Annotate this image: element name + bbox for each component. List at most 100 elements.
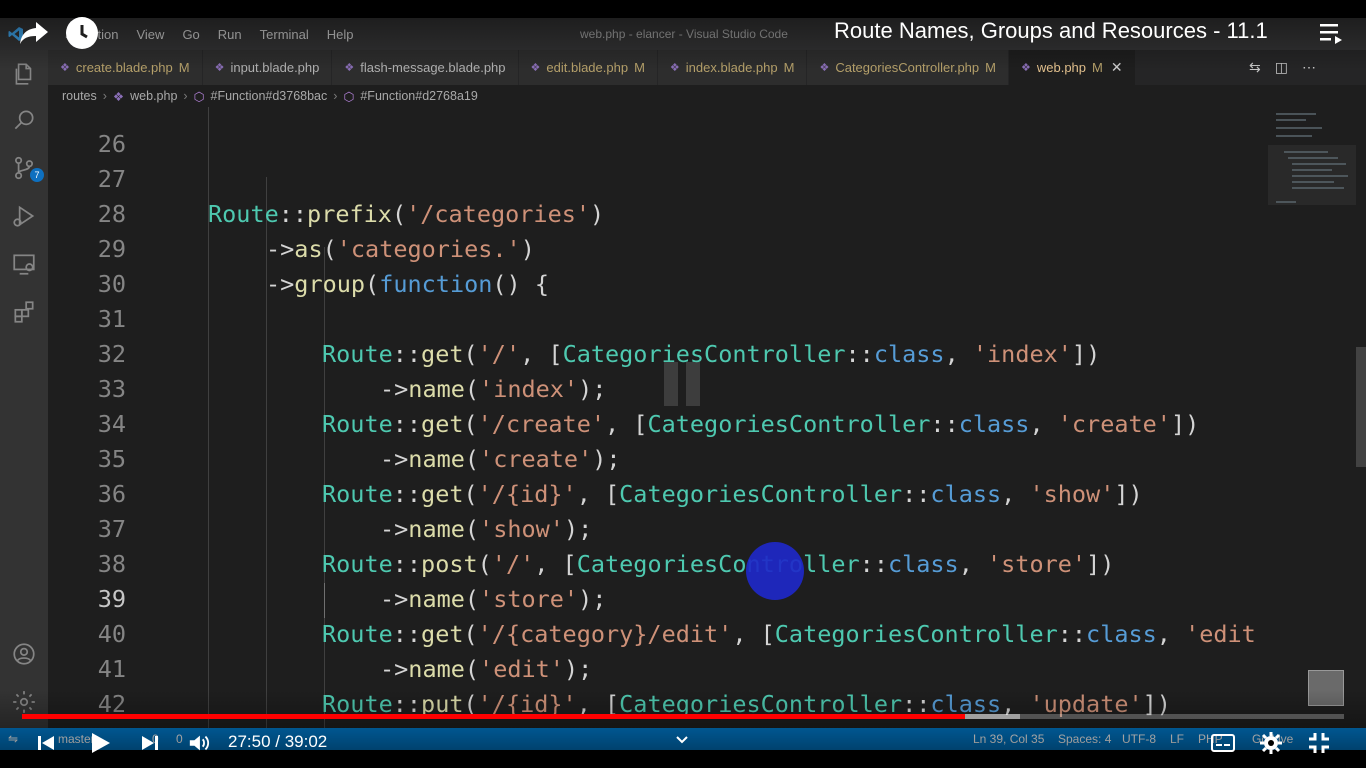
settings-gear-icon[interactable]	[10, 688, 38, 716]
chevron-down-icon[interactable]	[674, 732, 690, 753]
code-line-39: 39 Route::get('/{category}/edit', [Categ…	[48, 547, 1268, 648]
code-line-26: 26	[48, 107, 1268, 158]
menu-help[interactable]: Help	[318, 27, 363, 42]
tab-label: CategoriesController.php	[835, 60, 980, 75]
menu-go[interactable]: Go	[173, 27, 208, 42]
php-file-icon: ❖	[819, 62, 830, 74]
tab-index-blade[interactable]: ❖ index.blade.php M	[657, 50, 808, 85]
source-control-badge: 7	[30, 168, 44, 182]
exit-fullscreen-icon[interactable]	[1306, 728, 1332, 758]
compare-changes-icon[interactable]: ⇆	[1249, 59, 1261, 76]
more-actions-icon[interactable]: ⋯	[1302, 59, 1316, 76]
tab-label: input.blade.php	[230, 60, 320, 75]
modified-indicator: M	[1092, 60, 1103, 75]
extensions-icon[interactable]	[10, 298, 38, 326]
video-letterbox-top	[0, 0, 1366, 18]
tab-input-blade[interactable]: ❖ input.blade.php	[202, 50, 333, 85]
account-icon[interactable]	[10, 640, 38, 668]
tab-label: web.php	[1036, 60, 1087, 75]
run-debug-icon[interactable]	[10, 202, 38, 230]
breadcrumb-folder[interactable]: routes	[62, 89, 97, 103]
breadcrumb-symbol-1[interactable]: #Function#d3768bac	[211, 89, 328, 103]
code-line-41: 41 Route::put('/{id}', [CategoriesContro…	[48, 617, 1268, 718]
code-line-40: 40 ->name('edit');	[48, 582, 1268, 683]
code-line-33: 33 Route::get('/create', [CategoriesCont…	[48, 337, 1268, 438]
tab-label: index.blade.php	[685, 60, 778, 75]
presenter-webcam-thumbnail	[1308, 670, 1344, 706]
tab-flash-message-blade[interactable]: ❖ flash-message.blade.php	[332, 50, 519, 85]
code-line-32: 32 ->name('index');	[48, 302, 1268, 403]
play-icon[interactable]	[86, 728, 114, 758]
next-video-icon[interactable]	[138, 728, 162, 758]
minimap-line	[1276, 135, 1312, 137]
split-editor-icon[interactable]: ◫	[1275, 59, 1288, 76]
video-played-bar	[22, 714, 965, 719]
minimap[interactable]	[1268, 107, 1356, 728]
tab-label: create.blade.php	[75, 60, 173, 75]
video-time: 27:50 / 39:02	[228, 732, 328, 751]
menu-bar: Selection View Go Run Terminal Help	[56, 18, 363, 50]
minimap-line	[1288, 157, 1338, 159]
modified-indicator: M	[783, 60, 795, 75]
volume-icon[interactable]	[186, 728, 212, 758]
scrollbar-thumb[interactable]	[1356, 347, 1366, 467]
code-line-37: 37 Route::post('/', [CategoriesControlle…	[48, 477, 1268, 578]
code-line-31: 31 Route::get('/', [CategoriesController…	[48, 267, 1268, 368]
minimap-line	[1276, 127, 1322, 129]
minimap-line	[1292, 163, 1346, 165]
tab-categories-controller[interactable]: ❖ CategoriesController.php M	[807, 50, 1009, 85]
chevron-right-icon: ›	[333, 89, 338, 103]
chevron-right-icon: ›	[183, 89, 188, 103]
modified-indicator: M	[985, 60, 996, 75]
breadcrumb: routes › ❖ web.php › ⬡ #Function#d3768ba…	[48, 85, 1366, 107]
settings-icon[interactable]	[1258, 728, 1284, 758]
breadcrumb-symbol-2[interactable]: #Function#d2768a19	[360, 89, 477, 103]
blade-file-icon: ❖	[214, 62, 225, 74]
editor-tab-bar: ❖ create.blade.php M ❖ input.blade.php ❖…	[48, 50, 1366, 85]
video-progress-bar[interactable]	[22, 714, 1344, 719]
remote-explorer-icon[interactable]	[10, 250, 38, 278]
menu-view[interactable]: View	[127, 27, 173, 42]
files-icon[interactable]	[10, 60, 38, 88]
video-title[interactable]: Route Names, Groups and Resources - 11.1	[834, 18, 1268, 44]
share-icon[interactable]	[18, 20, 50, 46]
function-symbol-icon: ⬡	[343, 89, 355, 104]
activity-bar: 7	[0, 50, 48, 728]
minimap-line	[1292, 175, 1348, 177]
playlist-queue-icon[interactable]	[1320, 22, 1346, 44]
chevron-right-icon: ›	[102, 89, 107, 103]
code-line-34: 34 ->name('create');	[48, 372, 1268, 473]
search-icon[interactable]	[10, 106, 38, 134]
tab-create-blade[interactable]: ❖ create.blade.php M	[48, 50, 203, 85]
modified-indicator: M	[178, 60, 190, 75]
function-symbol-icon: ⬡	[193, 89, 205, 104]
breadcrumb-file[interactable]: web.php	[130, 89, 177, 103]
subtitles-icon[interactable]	[1210, 728, 1236, 758]
tab-web-php[interactable]: ❖ web.php M ✕	[1008, 50, 1136, 85]
minimap-line	[1284, 151, 1328, 153]
modified-indicator: M	[634, 60, 645, 75]
watch-later-clock-icon[interactable]	[66, 17, 98, 49]
close-tab-icon[interactable]: ✕	[1111, 59, 1123, 76]
mouse-cursor-highlight	[746, 542, 804, 600]
tab-label: flash-message.blade.php	[360, 60, 506, 75]
code-line-38: 38 ->name('store');	[48, 512, 1268, 613]
code-line-35: 35 Route::get('/{id}', [CategoriesContro…	[48, 407, 1268, 508]
menu-terminal[interactable]: Terminal	[251, 27, 318, 42]
tab-edit-blade[interactable]: ❖ edit.blade.php M	[518, 50, 658, 85]
code-line-36: 36 ->name('show');	[48, 442, 1268, 543]
code-line-27: 27 Route::prefix('/categories')	[48, 127, 1268, 228]
blade-file-icon: ❖	[344, 62, 355, 74]
previous-video-icon[interactable]	[34, 728, 58, 758]
minimap-line	[1292, 181, 1334, 183]
source-control-icon[interactable]: 7	[10, 154, 44, 182]
menu-run[interactable]: Run	[209, 27, 251, 42]
tab-label: edit.blade.php	[546, 60, 629, 75]
vertical-scrollbar[interactable]	[1356, 107, 1366, 728]
code-line-28: 28 ->as('categories.')	[48, 162, 1268, 263]
code-editor[interactable]: 26 27 Route::prefix('/categories') 28 ->…	[48, 107, 1268, 728]
blade-file-icon: ❖	[60, 62, 70, 74]
php-file-icon: ❖	[112, 89, 125, 104]
code-line-29: 29 ->group(function() {	[48, 197, 1268, 298]
pause-indicator-icon	[664, 362, 700, 406]
